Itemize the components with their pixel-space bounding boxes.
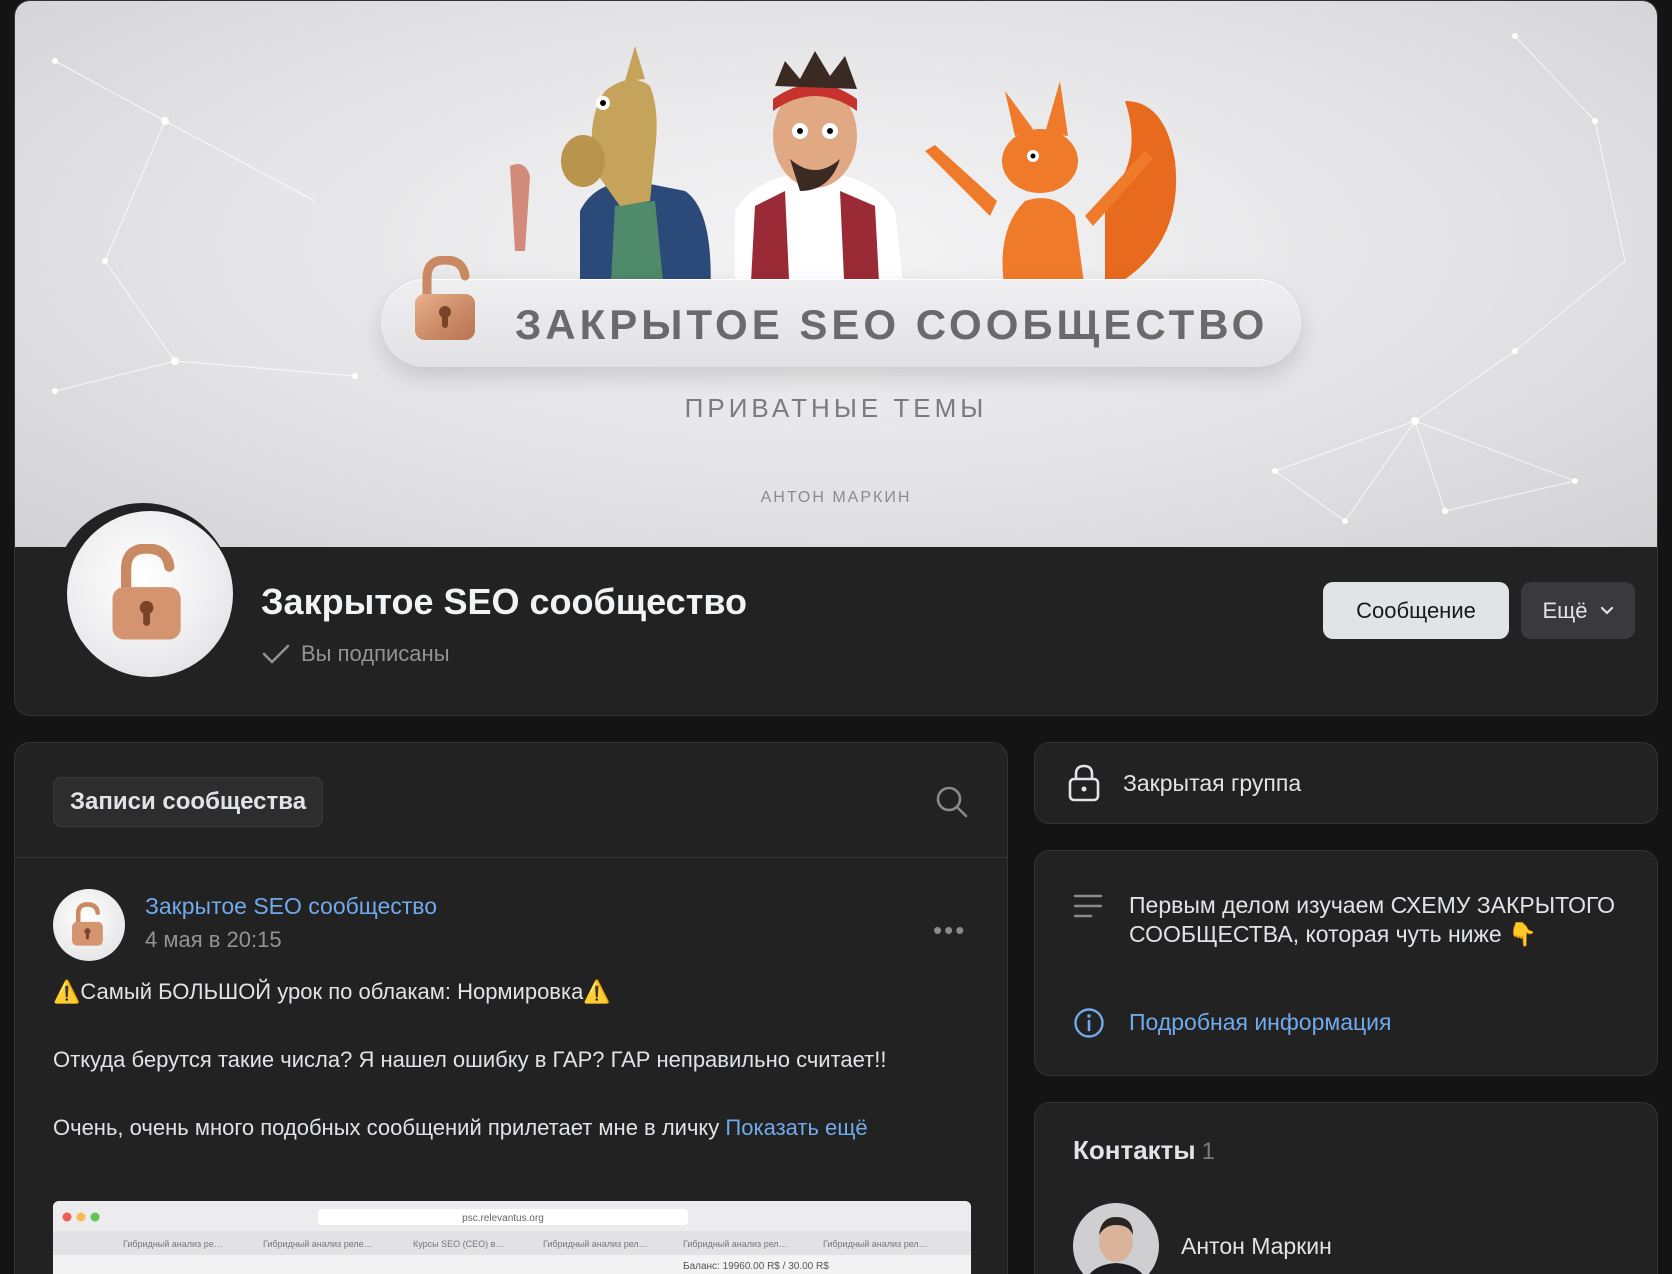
post-body: ⚠️Самый БОЛЬШОЙ урок по облакам: Нормиро… <box>53 975 973 1145</box>
community-description: Первым делом изучаем СХЕМУ ЗАКРЫТОГО СОО… <box>1129 892 1616 947</box>
info-icon <box>1074 1008 1104 1038</box>
chevron-down-icon <box>1600 606 1613 615</box>
cover-image: ЗАКРЫТОЕ SEO СООБЩЕСТВО ПРИВАТНЫЕ ТЕМЫ А… <box>15 1 1657 547</box>
post-attachment-image[interactable]: psc.relevantus.org Гибридный анализ ре… … <box>53 1201 971 1274</box>
subscription-status[interactable]: Вы подписаны <box>261 641 450 667</box>
cover-title: ЗАКРЫТОЕ SEO СООБЩЕСТВО <box>515 301 1269 348</box>
screenshot-balance: Баланс: 19960.00 R$ / 30.00 R$ <box>683 1261 829 1272</box>
tab-community-posts[interactable]: Записи сообщества <box>53 777 324 827</box>
lock-icon <box>1068 764 1100 802</box>
person-photo <box>1073 1203 1159 1274</box>
post-paragraph: ⚠️Самый БОЛЬШОЙ урок по облакам: Нормиро… <box>53 979 611 1004</box>
description-icon <box>1073 894 1103 918</box>
closed-group-card: Закрытая группа <box>1034 742 1658 824</box>
lock-icon <box>112 544 181 640</box>
screenshot-tab: Гибридный анализ рел… <box>823 1239 928 1249</box>
more-button[interactable]: Ещё <box>1521 582 1635 639</box>
community-info-card: Первым делом изучаем СХЕМУ ЗАКРЫТОГО СОО… <box>1034 850 1658 1076</box>
post-paragraph: Очень, очень много подобных сообщений пр… <box>53 1115 720 1140</box>
post-menu-icon[interactable]: ••• <box>933 915 966 946</box>
post-paragraph-truncated: Очень, очень много подобных сообщений пр… <box>53 1111 973 1145</box>
community-header: ЗАКРЫТОЕ SEO СООБЩЕСТВО ПРИВАТНЫЕ ТЕМЫ А… <box>14 0 1658 716</box>
contacts-heading[interactable]: Контакты 1 <box>1073 1135 1215 1166</box>
screenshot-tab: Курсы SEO (CEO) в… <box>413 1239 504 1249</box>
subscribed-label: Вы подписаны <box>301 641 450 666</box>
contact-avatar[interactable] <box>1073 1203 1159 1274</box>
contact-name[interactable]: Антон Маркин <box>1181 1233 1332 1260</box>
contacts-title: Контакты <box>1073 1135 1196 1165</box>
feed-divider <box>15 857 1007 858</box>
screenshot-tab: Гибридный анализ рел… <box>683 1239 788 1249</box>
contacts-count: 1 <box>1201 1138 1215 1165</box>
more-info-link[interactable]: Подробная информация <box>1129 1009 1391 1036</box>
screenshot-url: psc.relevantus.org <box>462 1213 544 1224</box>
community-feed: Записи сообщества Закрытое SEO сообществ… <box>14 742 1008 1274</box>
community-avatar[interactable] <box>67 511 233 677</box>
screenshot-tab: Гибридный анализ реле… <box>263 1239 373 1249</box>
cover-subtitle: ПРИВАТНЫЕ ТЕМЫ <box>684 393 988 423</box>
show-more-link[interactable]: Показать ещё <box>725 1115 867 1140</box>
community-name: Закрытое SEO сообщество <box>261 581 747 622</box>
post-author-avatar[interactable] <box>53 889 125 961</box>
post-author-link[interactable]: Закрытое SEO сообщество <box>145 893 437 920</box>
lock-icon <box>72 902 103 946</box>
post-paragraph: Откуда берутся такие числа? Я нашел ошиб… <box>53 1047 887 1072</box>
more-button-label: Ещё <box>1542 597 1588 623</box>
cover-author: АНТОН МАРКИН <box>760 489 912 506</box>
closed-group-label: Закрытая группа <box>1123 769 1302 796</box>
contacts-card: Контакты 1 Антон Маркин <box>1034 1102 1658 1274</box>
screenshot-tab: Гибридный анализ рел… <box>543 1239 648 1249</box>
browser-screenshot-thumbnail: psc.relevantus.org Гибридный анализ ре… … <box>53 1201 971 1272</box>
cover-characters-illustration <box>510 46 1177 301</box>
search-icon[interactable] <box>935 785 969 819</box>
screenshot-tab: Гибридный анализ ре… <box>123 1239 223 1249</box>
cover-lock-icon <box>415 256 475 340</box>
message-button[interactable]: Сообщение <box>1323 582 1509 639</box>
post-date[interactable]: 4 мая в 20:15 <box>145 927 282 953</box>
checkmark-icon <box>262 644 290 664</box>
